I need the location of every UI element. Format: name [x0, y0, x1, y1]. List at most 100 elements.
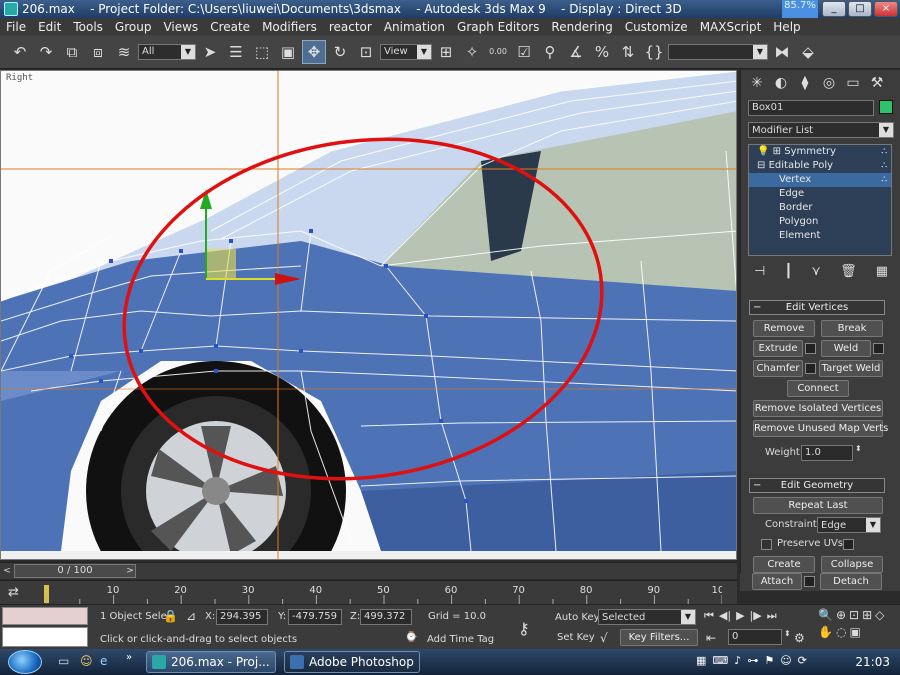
y-coordinate-field[interactable]: -479.759 — [288, 609, 342, 625]
spinner-arrows-icon[interactable]: ⬍ — [784, 629, 791, 638]
next-frame-icon[interactable]: |▶ — [750, 609, 762, 623]
viewport-right[interactable]: Right — [0, 70, 737, 560]
time-slider[interactable]: < 0 / 100 > — [0, 562, 737, 579]
stack-item-editable-poly[interactable]: ⊟ Editable Poly ∴ — [749, 159, 891, 173]
create-button[interactable]: Create — [753, 556, 815, 573]
maxscript-listener-mini[interactable] — [2, 607, 88, 625]
spinner-snap-icon[interactable]: 0.00 — [486, 40, 510, 64]
remove-modifier-icon[interactable]: 🗑 — [840, 264, 857, 279]
previous-frame-icon[interactable]: ◀| — [719, 609, 731, 623]
remove-isolated-vertices-button[interactable]: Remove Isolated Vertices — [753, 400, 883, 417]
show-desktop-icon[interactable]: ▭ — [58, 654, 69, 668]
stack-item-border[interactable]: Border — [749, 201, 891, 215]
extrude-button[interactable]: Extrude — [753, 340, 803, 357]
chamfer-button[interactable]: Chamfer — [753, 360, 803, 377]
create-tab-icon[interactable]: ✳ — [747, 74, 767, 92]
preserve-uvs-settings-button[interactable] — [843, 539, 854, 550]
detach-button[interactable]: Detach — [820, 573, 882, 590]
weight-spinner[interactable]: 1.0 — [801, 445, 853, 461]
attach-list-button[interactable] — [804, 576, 815, 587]
menu-maxscript[interactable]: MAXScript — [694, 20, 768, 34]
menu-group[interactable]: Group — [109, 20, 158, 34]
z-coordinate-field[interactable]: 499.372 — [360, 609, 412, 625]
stack-item-polygon[interactable]: Polygon — [749, 215, 891, 229]
pin-stack-icon[interactable]: ⊣ — [754, 264, 765, 279]
collapse-icon[interactable]: ⊟ — [757, 160, 765, 171]
x-coordinate-field[interactable]: 294.395 — [216, 609, 268, 625]
taskbar-photoshop[interactable]: Adobe Photoshop — [284, 651, 420, 673]
track-bar[interactable]: ⇄ 10 20 30 40 50 60 70 80 90 100 — [0, 580, 737, 605]
prev-frame-icon[interactable]: < — [1, 564, 13, 578]
stack-item-vertex[interactable]: Vertex ∴ — [749, 173, 891, 187]
add-time-tag-button[interactable]: Add Time Tag — [427, 634, 494, 645]
attach-button[interactable]: Attach — [752, 573, 802, 590]
time-slider-thumb[interactable]: 0 / 100 — [14, 564, 136, 578]
absolute-mode-icon[interactable]: ⊿ — [186, 609, 196, 623]
named-selection-sets-icon[interactable]: {} — [642, 40, 666, 64]
object-name-field[interactable]: Box01 — [748, 100, 874, 116]
rotate-icon[interactable]: ↻ — [328, 40, 352, 64]
set-key-button[interactable]: Set Key — [557, 632, 595, 643]
connect-button[interactable]: Connect — [787, 380, 849, 397]
expand-icon[interactable]: ⊞ — [773, 146, 781, 157]
menu-file[interactable]: File — [0, 20, 32, 34]
key-mode-icon[interactable]: ⚷ — [518, 619, 530, 638]
break-button[interactable]: Break — [821, 320, 883, 337]
key-mode-toggle-icon[interactable]: ⇤ — [706, 631, 716, 645]
menu-help[interactable]: Help — [767, 20, 806, 34]
repeat-last-button[interactable]: Repeat Last — [753, 497, 883, 514]
zoom-all-icon[interactable]: ⊕ — [836, 608, 846, 622]
minimize-button[interactable]: _ — [822, 1, 846, 17]
constraints-dropdown[interactable]: Edge ▼ — [817, 517, 881, 533]
chamfer-settings-button[interactable] — [805, 363, 816, 374]
menu-tools[interactable]: Tools — [67, 20, 109, 34]
pan-icon[interactable]: ✋ — [818, 625, 833, 639]
time-configuration-icon[interactable]: ⚙ — [794, 631, 805, 645]
lightbulb-icon[interactable]: 💡 — [757, 146, 769, 157]
stack-item-element[interactable]: Element — [749, 229, 891, 243]
undo-icon[interactable]: ↶ — [8, 40, 32, 64]
select-manipulate-icon[interactable]: ✧ — [460, 40, 484, 64]
ie-icon[interactable]: e — [100, 654, 107, 668]
scale-icon[interactable]: ⊡ — [354, 40, 378, 64]
next-frame-icon[interactable]: > — [124, 564, 136, 578]
edit-named-selection-icon[interactable]: ☑ — [512, 40, 536, 64]
set-keys-icon[interactable]: √ — [600, 631, 608, 645]
menu-graph-editors[interactable]: Graph Editors — [451, 20, 545, 34]
auto-key-button[interactable]: Auto Key — [555, 612, 600, 623]
snaps-toggle-icon[interactable]: ⚲ — [538, 40, 562, 64]
keyboard-icon[interactable]: ⌨ — [712, 654, 728, 667]
modifier-list-dropdown[interactable]: Modifier List ▼ — [748, 122, 894, 138]
viewport-label[interactable]: Right — [6, 73, 33, 83]
open-mini-curve-editor-icon[interactable]: ⇄ — [8, 585, 19, 600]
angle-snap-icon[interactable]: ∡ — [564, 40, 588, 64]
align-icon[interactable]: ⬙ — [796, 40, 820, 64]
object-color-swatch[interactable] — [879, 100, 893, 114]
utilities-tab-icon[interactable]: ⚒ — [867, 74, 887, 92]
messenger-icon[interactable]: ☺ — [80, 654, 93, 668]
time-tag-icon[interactable]: ⌚ — [405, 632, 417, 643]
key-filters-button[interactable]: Key Filters... — [620, 629, 698, 646]
sync-icon[interactable]: ⟳ — [798, 654, 807, 667]
extrude-settings-button[interactable] — [805, 343, 816, 354]
select-by-name-icon[interactable]: ☰ — [224, 40, 248, 64]
zoom-icon[interactable]: 🔍 — [818, 608, 833, 622]
mirror-snap-icon[interactable]: ⇅ — [616, 40, 640, 64]
spinner-arrows-icon[interactable]: ⬍ — [855, 444, 862, 453]
go-to-end-icon[interactable]: ⏭ — [767, 609, 777, 623]
motion-tab-icon[interactable]: ◎ — [819, 74, 839, 92]
zoom-extents-all-icon[interactable]: ⊞ — [862, 608, 872, 622]
key-selection-dropdown[interactable]: Selected ▼ — [598, 609, 696, 625]
show-end-result-icon[interactable]: ┃ — [784, 264, 792, 279]
go-to-start-icon[interactable]: ⏮ — [704, 609, 714, 623]
menu-rendering[interactable]: Rendering — [545, 20, 618, 34]
3dsmax-app-icon[interactable] — [4, 2, 18, 16]
security-icon[interactable]: ⚑ — [764, 654, 774, 667]
redo-icon[interactable]: ↷ — [34, 40, 58, 64]
field-of-view-icon[interactable]: ◇ — [875, 608, 884, 622]
edit-geometry-rollout-header[interactable]: − Edit Geometry — [749, 478, 885, 493]
play-icon[interactable]: ▶ — [736, 609, 744, 623]
named-selection-dropdown[interactable]: ▼ — [668, 43, 768, 60]
messenger-tray-icon[interactable]: ☺ — [780, 654, 791, 667]
volume-icon[interactable]: ♪ — [734, 654, 741, 667]
